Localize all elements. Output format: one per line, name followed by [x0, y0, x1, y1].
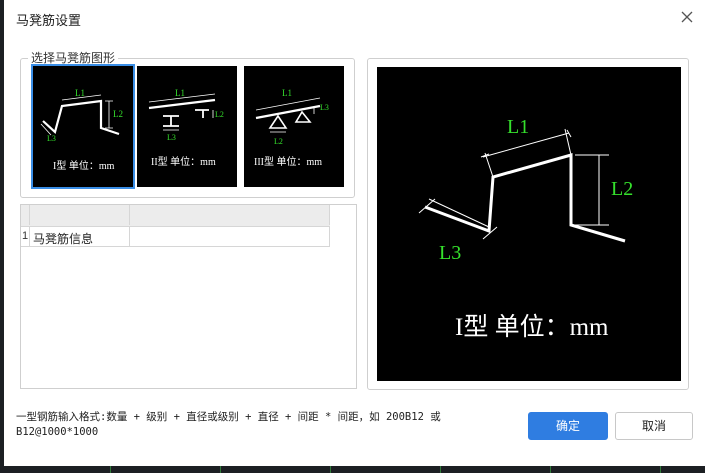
- shape-option-type-2[interactable]: L1 L2 L3 II型 单位：mm: [137, 66, 237, 187]
- thumb2-l1-label: L1: [175, 88, 185, 98]
- thumb2-l3-label: L3: [167, 133, 176, 142]
- dialog-title: 马凳筋设置: [16, 13, 82, 28]
- thumb1-l3-label: L3: [47, 134, 56, 143]
- thumb3-l1-label: L1: [282, 88, 292, 98]
- thumb3-l2-label: L2: [274, 137, 283, 146]
- thumb1-l1-label: L1: [75, 88, 85, 98]
- shape-option-type-3[interactable]: L1 L3 L2 III型 单位：mm: [244, 66, 344, 187]
- thumb2-l2-label: L2: [215, 110, 224, 119]
- preview-caption: I型 单位：mm: [455, 313, 609, 341]
- thumb2-caption: II型 单位：mm: [151, 155, 216, 168]
- shape-selection-label: 选择马凳筋图形: [28, 49, 119, 66]
- preview-l1-label: L1: [507, 116, 529, 138]
- row-number: 1: [21, 230, 29, 242]
- shape-preview: L1 L2 L3 I型 单位：mm: [377, 67, 681, 381]
- thumb1-caption: I型 单位：mm: [53, 159, 115, 172]
- thumb3-l3-label: L3: [320, 103, 329, 112]
- cancel-button[interactable]: 取消: [615, 412, 693, 440]
- rebar-chair-settings-dialog: 马凳筋设置 选择马凳筋图形 L1 L2 L3 I型 单位：mm L1 L2 L3: [4, 0, 705, 466]
- input-format-hint: 一型钢筋输入格式:数量 + 级别 + 直径或级别 + 直径 + 间距 * 间距，…: [16, 411, 441, 438]
- confirm-button[interactable]: 确定: [528, 412, 608, 440]
- preview-l3-label: L3: [439, 242, 461, 264]
- background-bottom-edge: [0, 465, 705, 473]
- thumb3-caption: III型 单位：mm: [254, 155, 322, 168]
- close-icon[interactable]: [678, 8, 696, 26]
- table-row[interactable]: 1 马凳筋信息: [21, 227, 330, 247]
- shape-option-type-1[interactable]: L1 L2 L3 I型 单位：mm: [31, 64, 135, 189]
- grid-header: [21, 205, 330, 227]
- row-name-cell[interactable]: 马凳筋信息: [33, 230, 93, 247]
- thumb1-l2-label: L2: [113, 109, 123, 119]
- property-grid: 1 马凳筋信息: [20, 204, 357, 389]
- preview-l2-label: L2: [611, 178, 633, 200]
